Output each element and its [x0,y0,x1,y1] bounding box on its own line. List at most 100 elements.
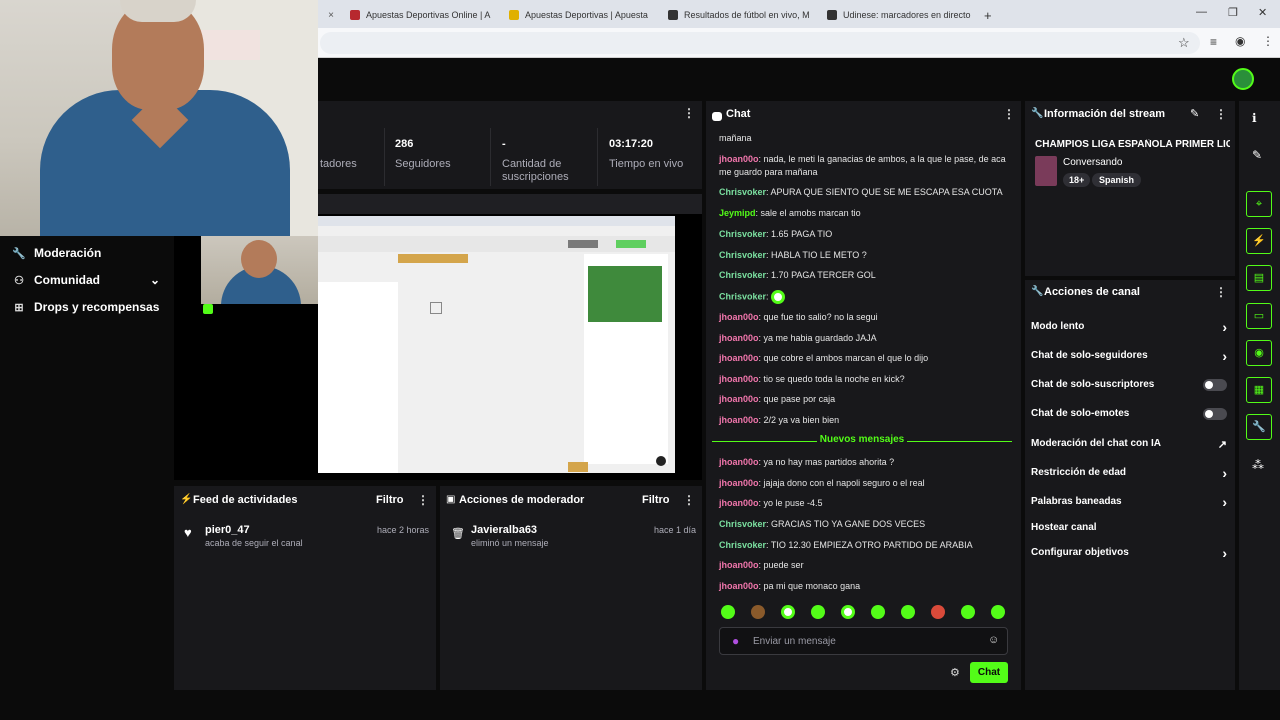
bolt-icon[interactable]: ⚡ [1246,228,1272,254]
microphone-icon[interactable]: ● [732,634,739,648]
chat-username[interactable]: jhoan00o [719,560,759,570]
emote-icon[interactable] [871,605,885,619]
chat-username[interactable]: jhoan00o [719,154,759,164]
sidebar-item-moderation[interactable]: 🔧 Moderación [12,246,101,260]
chat-username[interactable]: Chrisvoker [719,519,766,529]
document-icon[interactable]: ▤ [1246,265,1272,291]
chat-username[interactable]: jhoan00o [719,498,759,508]
window-close-icon[interactable]: ✕ [1258,6,1267,19]
chat-username[interactable]: Chrisvoker [719,291,766,301]
activity-menu-icon[interactable]: ⋮ [417,493,429,507]
gear-icon[interactable]: ⚙ [950,666,960,679]
sidebar-item-drops[interactable]: ⊞ Drops y recompensas [12,300,159,314]
emote-icon[interactable] [781,605,795,619]
emote-icon[interactable] [841,605,855,619]
broadcast-icon[interactable]: ◉ [1246,340,1272,366]
emote-icon[interactable] [811,605,825,619]
chat-username[interactable]: Chrisvoker [719,187,766,197]
chat-username[interactable]: Chrisvoker [719,250,766,260]
tab-favicon-icon [668,10,678,20]
feed-username[interactable]: pier0_47 [205,524,250,536]
info-icon[interactable]: ℹ [1252,111,1257,125]
tab-close-button[interactable]: × [320,4,340,26]
stats-menu-icon[interactable]: ⋮ [683,106,695,120]
browser-tab-4[interactable]: Udinese: marcadores en directo × [821,4,971,26]
channel-action-7[interactable]: Hostear canal [1031,522,1227,536]
channel-action-1[interactable]: Chat de solo-seguidores › [1031,348,1227,364]
chat-username[interactable]: Chrisvoker [719,270,766,280]
soccer-emote-icon [771,290,786,304]
stream-category[interactable]: Conversando [1063,157,1122,168]
chat-username[interactable]: jhoan00o [719,415,759,425]
browser-tab-2[interactable]: Apuestas Deportivas | Apuesta × [503,4,653,26]
emote-icon[interactable] [901,605,915,619]
info-menu-icon[interactable]: ⋮ [1215,107,1227,121]
minimize-icon[interactable]: — [1196,6,1207,18]
emote-icon[interactable] [931,605,945,619]
chat-message: Chrisvoker: APURA QUE SIENTO QUE SE ME E… [719,186,1014,199]
channel-action-5[interactable]: Restricción de edad › [1031,465,1227,481]
chat-username[interactable]: jhoan00o [719,374,759,384]
mod-filter-button[interactable]: Filtro [642,494,670,506]
chat-username[interactable]: jhoan00o [719,353,759,363]
emote-icon[interactable] [751,605,765,619]
mod-menu-icon[interactable]: ⋮ [683,493,695,507]
category-thumbnail[interactable] [1035,156,1057,186]
chat-username[interactable]: Jeymipd [719,208,756,218]
chat-text: HABLA TIO LE METO ? [771,250,867,260]
chat-text: yo le puse -4.5 [763,498,823,508]
sidebar-item-community[interactable]: ⚇ Comunidad ⌄ [12,273,160,287]
chat-text: TIO 12.30 EMPIEZA OTRO PARTIDO DE ARABIA [770,540,973,550]
chat-input[interactable]: ● Enviar un mensaje ☺ [719,627,1008,655]
layout-icon[interactable]: ▦ [1246,377,1272,403]
menu-kebab-icon[interactable]: ⋮ [1262,34,1274,48]
chat-username[interactable]: jhoan00o [719,581,759,591]
wrench-icon[interactable]: 🔧 [1246,414,1272,440]
reading-list-icon[interactable]: ≡ [1210,35,1217,49]
emote-icon[interactable] [991,605,1005,619]
chat-text: puede ser [763,560,804,570]
clip-icon[interactable]: ⌖ [1246,191,1272,217]
browser-tab-1[interactable]: Apuestas Deportivas Online | A × [344,4,494,26]
chat-message: Jeymipd: sale el amobs marcan tio [719,207,1014,220]
activity-filter-button[interactable]: Filtro [376,494,404,506]
toggle-switch[interactable] [1203,408,1227,420]
edit-icon[interactable]: ✎ [1252,148,1262,162]
channel-action-3[interactable]: Chat de solo-emotes [1031,408,1227,422]
chat-username[interactable]: jhoan00o [719,478,759,488]
channel-action-6[interactable]: Palabras baneadas › [1031,494,1227,510]
tag-badge[interactable]: 18+ [1063,173,1091,187]
tag-badge[interactable]: Spanish [1092,173,1142,187]
send-chat-button[interactable]: Chat [970,662,1008,683]
chat-username[interactable]: jhoan00o [719,333,759,343]
emote-icon[interactable] [721,605,735,619]
new-tab-button[interactable]: + [978,4,998,26]
browser-tab-3[interactable]: Resultados de fútbol en vivo, M × [662,4,812,26]
restore-icon[interactable]: ❐ [1228,6,1238,19]
mod-username[interactable]: Javieralba63 [471,524,537,536]
url-field[interactable] [320,32,1200,54]
chat-menu-icon[interactable]: ⋮ [1003,107,1015,121]
chat-username[interactable]: jhoan00o [719,457,759,467]
actions-menu-icon[interactable]: ⋮ [1215,285,1227,299]
divider [907,441,1012,442]
channel-action-2[interactable]: Chat de solo-suscriptores [1031,379,1227,393]
channel-action-0[interactable]: Modo lento › [1031,319,1227,335]
user-avatar[interactable] [1232,68,1254,90]
chat-username[interactable]: jhoan00o [719,394,759,404]
edit-pencil-icon[interactable]: ✎ [1190,107,1199,120]
bookmark-star-icon[interactable]: ☆ [1178,35,1190,51]
chat-username[interactable]: Chrisvoker [719,540,766,550]
chat-icon[interactable]: ▭ [1246,303,1272,329]
chat-username[interactable]: Chrisvoker [719,229,766,239]
profile-icon[interactable]: ◉ [1235,34,1245,48]
emoji-icon[interactable]: ☺ [988,634,999,646]
chat-text: 1.70 PAGA TERCER GOL [771,270,876,280]
channel-action-label: Chat de solo-emotes [1031,408,1130,419]
toggle-switch[interactable] [1203,379,1227,391]
channel-action-8[interactable]: Configurar objetivos › [1031,545,1227,561]
emote-icon[interactable] [961,605,975,619]
channel-action-4[interactable]: Moderación del chat con IA ↗ [1031,438,1227,452]
apps-icon[interactable]: ⁂ [1252,458,1264,472]
chat-username[interactable]: jhoan00o [719,312,759,322]
